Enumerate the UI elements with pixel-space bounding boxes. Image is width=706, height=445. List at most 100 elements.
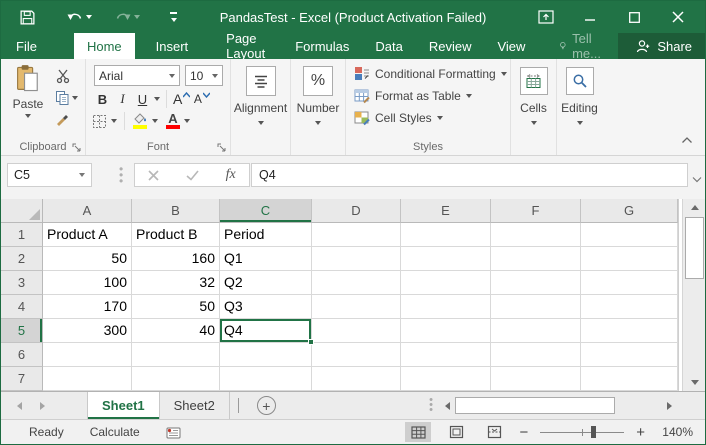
number-caret-icon[interactable] — [315, 121, 321, 125]
zoom-slider-thumb[interactable] — [591, 426, 596, 438]
tab-home[interactable]: Home — [74, 33, 135, 59]
cell-F5[interactable] — [491, 319, 581, 343]
font-color-caret-icon[interactable] — [184, 119, 190, 123]
underline-button[interactable]: U — [134, 90, 151, 108]
alignment-caret-icon[interactable] — [258, 121, 264, 125]
formula-input[interactable]: Q4 — [251, 163, 688, 187]
cell-D5[interactable] — [312, 319, 401, 343]
row-header-4[interactable]: 4 — [1, 295, 43, 319]
font-size-select[interactable]: 10 — [185, 65, 223, 86]
cell-D4[interactable] — [312, 295, 401, 319]
formula-bar-grip[interactable]: ••• — [119, 166, 123, 184]
cell-B5[interactable]: 40 — [132, 319, 220, 343]
enter-button[interactable] — [186, 170, 199, 181]
cell-E2[interactable] — [401, 247, 491, 271]
new-sheet-button[interactable]: + — [257, 396, 276, 415]
tab-formulas[interactable]: Formulas — [282, 33, 362, 59]
copy-button[interactable] — [55, 90, 78, 106]
cell-C6[interactable] — [220, 343, 312, 367]
cell-B6[interactable] — [132, 343, 220, 367]
cell-G4[interactable] — [581, 295, 678, 319]
sheet-tab-sheet2[interactable]: Sheet2 — [160, 392, 230, 419]
tab-page-layout[interactable]: Page Layout — [213, 33, 278, 59]
font-dialog-launcher[interactable] — [217, 142, 227, 152]
cell-A1[interactable]: Product A — [43, 223, 132, 247]
horizontal-scrollbar[interactable] — [439, 396, 677, 415]
fill-color-caret-icon[interactable] — [152, 119, 158, 123]
cell-B2[interactable]: 160 — [132, 247, 220, 271]
bold-button[interactable]: B — [94, 90, 111, 108]
previous-sheet-button[interactable] — [17, 402, 22, 410]
cell-E6[interactable] — [401, 343, 491, 367]
editing-button[interactable] — [566, 67, 594, 95]
cell-A4[interactable]: 170 — [43, 295, 132, 319]
underline-caret-icon[interactable] — [154, 97, 160, 101]
cell-A6[interactable] — [43, 343, 132, 367]
scroll-down-button[interactable] — [683, 374, 706, 391]
column-header-D[interactable]: D — [312, 199, 401, 223]
normal-view-button[interactable] — [405, 422, 431, 442]
cell-B4[interactable]: 50 — [132, 295, 220, 319]
cell-D6[interactable] — [312, 343, 401, 367]
column-header-F[interactable]: F — [491, 199, 581, 223]
scroll-up-button[interactable] — [683, 199, 706, 216]
cell-G3[interactable] — [581, 271, 678, 295]
tab-data[interactable]: Data — [362, 33, 415, 59]
cell-F3[interactable] — [491, 271, 581, 295]
row-header-1[interactable]: 1 — [1, 223, 43, 247]
column-header-C[interactable]: C — [220, 199, 312, 223]
minimize-button[interactable] — [573, 4, 607, 30]
collapse-ribbon-button[interactable] — [681, 133, 693, 147]
name-box[interactable]: C5 — [7, 163, 92, 187]
cell-F4[interactable] — [491, 295, 581, 319]
cell-E1[interactable] — [401, 223, 491, 247]
cell-C1[interactable]: Period — [220, 223, 312, 247]
italic-button[interactable]: I — [114, 90, 131, 108]
cells-button[interactable] — [520, 67, 548, 95]
cell-A3[interactable]: 100 — [43, 271, 132, 295]
cell-A2[interactable]: 50 — [43, 247, 132, 271]
conditional-formatting-button[interactable]: Conditional Formatting — [354, 66, 507, 82]
calculate-status[interactable]: Calculate — [90, 425, 140, 439]
cell-G1[interactable] — [581, 223, 678, 247]
cell-E3[interactable] — [401, 271, 491, 295]
tab-file[interactable]: File — [1, 33, 52, 59]
row-header-2[interactable]: 2 — [1, 247, 43, 271]
cell-D3[interactable] — [312, 271, 401, 295]
cancel-button[interactable] — [148, 170, 159, 181]
save-button[interactable] — [15, 7, 40, 28]
cells-caret-icon[interactable] — [531, 121, 537, 125]
cell-C2[interactable]: Q1 — [220, 247, 312, 271]
cell-G2[interactable] — [581, 247, 678, 271]
number-format-button[interactable]: % — [303, 66, 333, 96]
format-painter-button[interactable] — [55, 111, 71, 127]
undo-button[interactable] — [62, 8, 96, 26]
page-layout-view-button[interactable] — [443, 422, 469, 442]
page-break-preview-button[interactable] — [481, 422, 507, 442]
zoom-slider[interactable] — [540, 425, 624, 439]
font-name-select[interactable]: Arial — [94, 65, 180, 86]
column-header-G[interactable]: G — [581, 199, 678, 223]
cell-E7[interactable] — [401, 367, 491, 391]
close-button[interactable] — [661, 4, 695, 30]
cell-styles-button[interactable]: Cell Styles — [354, 110, 443, 126]
undo-dropdown-caret[interactable] — [86, 15, 92, 19]
decrease-font-size-button[interactable]: A — [193, 90, 210, 108]
format-as-table-button[interactable]: Format as Table — [354, 88, 472, 104]
tab-insert[interactable]: Insert — [143, 33, 202, 59]
cell-G5[interactable] — [581, 319, 678, 343]
cell-A5[interactable]: 300 — [43, 319, 132, 343]
cell-G6[interactable] — [581, 343, 678, 367]
cell-D2[interactable] — [312, 247, 401, 271]
horizontal-scroll-thumb[interactable] — [455, 397, 615, 414]
insert-function-button[interactable]: fx — [226, 167, 236, 183]
paste-button[interactable]: Paste — [7, 64, 49, 134]
row-header-3[interactable]: 3 — [1, 271, 43, 295]
row-header-6[interactable]: 6 — [1, 343, 43, 367]
cell-F1[interactable] — [491, 223, 581, 247]
clipboard-dialog-launcher[interactable] — [72, 142, 82, 152]
zoom-in-button[interactable]: + — [636, 425, 645, 440]
expand-formula-bar-button[interactable] — [692, 170, 702, 188]
cell-G7[interactable] — [581, 367, 678, 391]
cell-C5[interactable]: Q4 — [220, 319, 312, 343]
